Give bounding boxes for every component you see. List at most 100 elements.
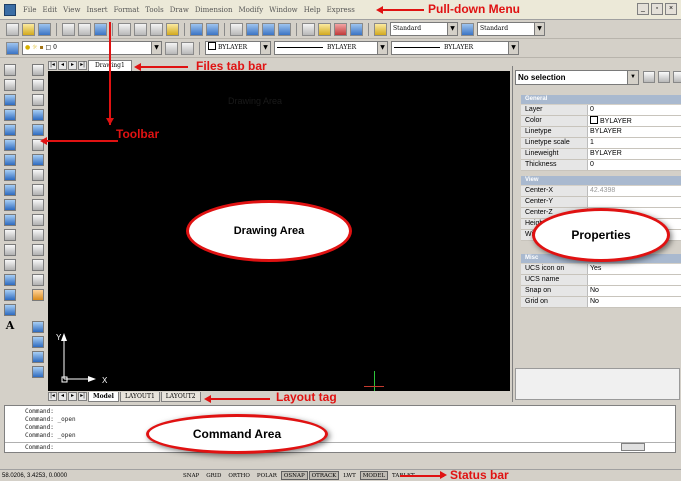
command-input[interactable]: Command:	[5, 442, 675, 452]
break-icon[interactable]	[32, 229, 44, 241]
prop-row-snap-on[interactable]: Snap on No	[521, 286, 681, 297]
paste-icon[interactable]	[150, 22, 163, 36]
revision-cloud-icon[interactable]	[4, 169, 16, 181]
lineweight-select[interactable]: BYLAYER	[391, 41, 519, 55]
menu-edit[interactable]: Edit	[39, 6, 60, 14]
layer-previous-icon[interactable]	[181, 41, 194, 55]
line-icon[interactable]	[4, 64, 16, 76]
insert-block-icon[interactable]	[4, 229, 16, 241]
grid-toggle[interactable]: GRID	[203, 471, 224, 480]
match-properties-icon[interactable]	[166, 22, 179, 36]
first-tab-icon[interactable]: |◂	[48, 60, 57, 70]
arc-icon[interactable]	[4, 139, 16, 151]
area-icon[interactable]	[32, 351, 44, 363]
hatch-icon[interactable]	[4, 274, 16, 286]
menu-insert[interactable]: Insert	[83, 6, 110, 14]
new-icon[interactable]	[6, 22, 19, 36]
publish-icon[interactable]	[94, 22, 107, 36]
erase-icon[interactable]	[32, 64, 44, 76]
prop-row-ucs-icon-on[interactable]: UCS icon on Yes	[521, 264, 681, 275]
prop-row-color[interactable]: Color BYLAYER	[521, 116, 681, 127]
zoom-realtime-icon[interactable]	[246, 22, 259, 36]
array-icon[interactable]	[32, 124, 44, 136]
lwt-toggle[interactable]: LWT	[340, 471, 359, 480]
next-layout-icon[interactable]: ▸	[68, 392, 77, 401]
command-area[interactable]: Command: Command: _open Command: Command…	[4, 405, 676, 453]
rectangle-icon[interactable]	[4, 124, 16, 136]
prop-row-lineweight[interactable]: Lineweight BYLAYER	[521, 149, 681, 160]
layer-manager-icon[interactable]	[6, 41, 19, 55]
point-icon[interactable]	[4, 259, 16, 271]
prop-row-thickness[interactable]: Thickness 0	[521, 160, 681, 171]
menu-draw[interactable]: Draw	[167, 6, 192, 14]
prop-row-grid-on[interactable]: Grid on No	[521, 297, 681, 308]
next-tab-icon[interactable]: ▸	[68, 60, 77, 70]
model-toggle[interactable]: MODEL	[359, 471, 388, 480]
layer-select[interactable]: ● ☼ ▪ □ 0	[22, 41, 162, 55]
polygon-icon[interactable]	[4, 109, 16, 121]
copy-object-icon[interactable]	[32, 79, 44, 91]
color-select[interactable]: BYLAYER	[205, 41, 271, 55]
properties-icon[interactable]	[302, 22, 315, 36]
scale-icon[interactable]	[32, 169, 44, 181]
selection-select[interactable]: No selection	[515, 70, 639, 85]
last-layout-icon[interactable]: ▸|	[78, 392, 87, 401]
dim-style-select[interactable]: Standard	[477, 22, 545, 36]
tab-layout2[interactable]: LAYOUT2	[160, 391, 201, 402]
app-icon[interactable]	[4, 3, 16, 16]
preview-icon[interactable]	[78, 22, 91, 36]
tool-palettes-icon[interactable]	[334, 22, 347, 36]
otrack-toggle[interactable]: OTRACK	[308, 471, 340, 480]
rotate-icon[interactable]	[32, 154, 44, 166]
last-tab-icon[interactable]: ▸|	[78, 60, 87, 70]
make-block-icon[interactable]	[4, 244, 16, 256]
menu-tools[interactable]: Tools	[142, 6, 166, 14]
multiline-text-icon[interactable]: A	[6, 319, 15, 332]
polyline-icon[interactable]	[4, 94, 16, 106]
menu-modify[interactable]: Modify	[236, 6, 267, 14]
minimize-icon[interactable]: _	[637, 3, 649, 15]
gradient-icon[interactable]	[4, 289, 16, 301]
explode-icon[interactable]	[32, 289, 44, 301]
distance-icon[interactable]	[32, 336, 44, 348]
toggle-pickadd-icon[interactable]	[643, 71, 655, 83]
quick-select-icon[interactable]	[673, 71, 681, 83]
zoom-previous-icon[interactable]	[278, 22, 291, 36]
prop-row-linetype-scale[interactable]: Linetype scale 1	[521, 138, 681, 149]
restore-icon[interactable]: ▫	[651, 3, 663, 15]
prop-row-center-y[interactable]: Center-Y	[521, 197, 681, 208]
extend-icon[interactable]	[32, 214, 44, 226]
chamfer-icon[interactable]	[32, 259, 44, 271]
text-style-select[interactable]: Standard	[390, 22, 458, 36]
region-icon[interactable]	[4, 304, 16, 316]
prev-tab-icon[interactable]: ◂	[58, 60, 67, 70]
menu-express[interactable]: Express	[324, 6, 358, 14]
inquiry-icon[interactable]	[32, 321, 44, 333]
osnap-toggle[interactable]: OSNAP	[280, 471, 308, 480]
menu-file[interactable]: File	[20, 6, 39, 14]
ortho-toggle[interactable]: ORTHO	[225, 471, 253, 480]
tab-layout1[interactable]: LAYOUT1	[119, 391, 160, 402]
make-current-layer-icon[interactable]	[165, 41, 178, 55]
redo-icon[interactable]	[206, 22, 219, 36]
prop-row-ucs-name[interactable]: UCS name	[521, 275, 681, 286]
offset-icon[interactable]	[32, 109, 44, 121]
mirror-icon[interactable]	[32, 94, 44, 106]
polar-toggle[interactable]: POLAR	[254, 471, 280, 480]
ellipse-arc-icon[interactable]	[4, 214, 16, 226]
prop-row-layer[interactable]: Layer 0	[521, 105, 681, 116]
section-general[interactable]: General	[521, 95, 681, 104]
spline-icon[interactable]	[4, 184, 16, 196]
open-icon[interactable]	[22, 22, 35, 36]
menu-format[interactable]: Format	[111, 6, 143, 14]
design-center-icon[interactable]	[318, 22, 331, 36]
close-icon[interactable]: ×	[665, 3, 677, 15]
stretch-icon[interactable]	[32, 184, 44, 196]
prev-layout-icon[interactable]: ◂	[58, 392, 67, 401]
undo-icon[interactable]	[190, 22, 203, 36]
fillet-icon[interactable]	[32, 274, 44, 286]
trim-icon[interactable]	[32, 199, 44, 211]
select-objects-icon[interactable]	[658, 71, 670, 83]
cut-icon[interactable]	[118, 22, 131, 36]
prop-row-linetype[interactable]: Linetype BYLAYER	[521, 127, 681, 138]
